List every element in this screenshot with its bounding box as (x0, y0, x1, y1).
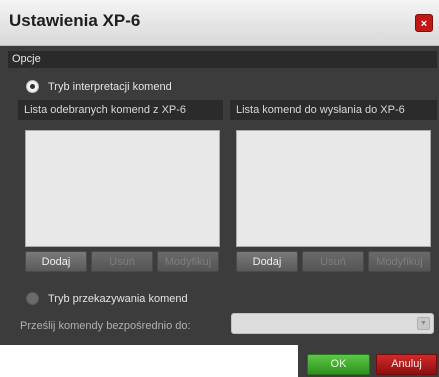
send-add-button[interactable]: Dodaj (236, 251, 298, 272)
forward-mode-radio[interactable] (26, 292, 39, 305)
options-section-label: Opcje (12, 53, 41, 65)
send-list-header: Lista komend do wysłania do XP-6 (230, 100, 437, 120)
send-list-title: Lista komend do wysłania do XP-6 (236, 104, 405, 116)
forward-target-select[interactable]: ▼ (231, 313, 434, 334)
received-commands-list[interactable] (25, 130, 220, 247)
received-list-header: Lista odebranych komend z XP-6 (18, 100, 223, 120)
dialog-title: Ustawienia XP-6 (9, 11, 141, 30)
send-commands-list[interactable] (236, 130, 431, 247)
chevron-down-icon[interactable]: ▼ (417, 317, 430, 330)
close-button[interactable]: × (415, 14, 433, 32)
title-bar: Ustawienia XP-6 × (0, 0, 439, 46)
interpret-mode-radio[interactable] (26, 80, 39, 93)
send-remove-button[interactable]: Usuń (302, 251, 364, 272)
cancel-button[interactable]: Anuluj (376, 354, 437, 375)
received-modify-button[interactable]: Modyfikuj (157, 251, 219, 272)
received-list-title: Lista odebranych komend z XP-6 (24, 104, 187, 116)
settings-dialog: Ustawienia XP-6 × Opcje Tryb interpretac… (0, 0, 439, 345)
interpret-mode-label: Tryb interpretacji komend (48, 81, 172, 93)
send-modify-button[interactable]: Modyfikuj (368, 251, 431, 272)
forward-mode-label: Tryb przekazywania komend (48, 293, 188, 305)
received-remove-button[interactable]: Usuń (91, 251, 153, 272)
forward-target-label: Prześlij komendy bezpośrednio do: (20, 320, 191, 332)
options-section-header: Opcje (8, 51, 437, 68)
ok-button[interactable]: OK (307, 354, 370, 375)
close-icon: × (420, 18, 428, 30)
received-add-button[interactable]: Dodaj (25, 251, 87, 272)
